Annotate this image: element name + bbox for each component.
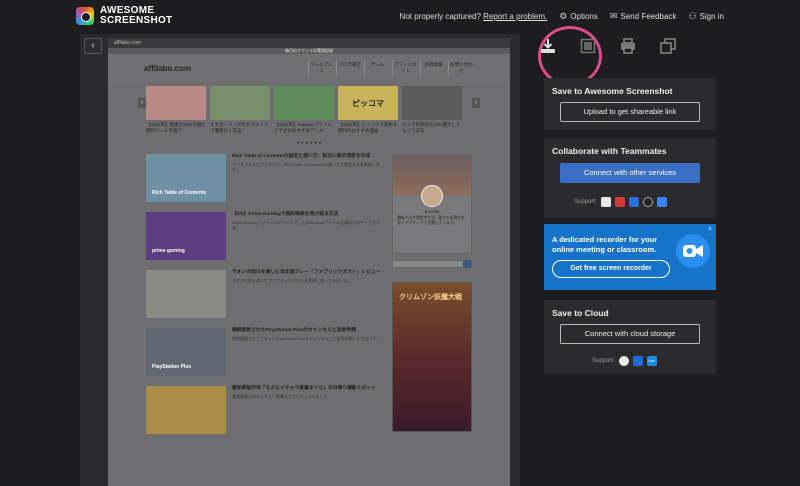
send-feedback-button[interactable]: ✉ Send Feedback xyxy=(610,11,677,22)
screenshot-preview: affilabo.com 毎日のアフィリの実践記録 affilabo.com ワ… xyxy=(108,38,510,486)
awesome-screenshot-logo-icon xyxy=(76,7,94,25)
toolbar xyxy=(540,38,676,54)
captured-post: 愛知県稲沢市『そぶえイチョウ黄葉まつり』の日帰り撮影スポット 愛知県稲沢市のイチョ… xyxy=(146,386,382,434)
edit-icon[interactable] xyxy=(580,38,596,54)
captured-site-menu: ワードプレス ブログ運営 ゲーム アフィリエイト お得情報 お問い合わせ xyxy=(308,60,474,76)
sign-in-button[interactable]: ⚇ Sign in xyxy=(688,11,724,22)
jira-icon xyxy=(656,197,667,207)
connect-services-button[interactable]: Connect with other services xyxy=(560,163,700,183)
close-icon[interactable]: × xyxy=(708,226,712,233)
captured-next-arrow-icon: › xyxy=(472,98,480,108)
github-icon xyxy=(642,197,653,207)
connect-cloud-storage-button[interactable]: Connect with cloud storage xyxy=(560,324,700,344)
captured-carousel-card: 【2022年】Amazonプライムビデオのおすすめアニメ xyxy=(274,86,334,134)
gear-icon: ⚙ xyxy=(559,11,568,21)
captured-search-box xyxy=(392,260,472,268)
download-highlight-ring xyxy=(538,26,602,86)
captured-menu-item: ブログ運営 xyxy=(336,60,362,76)
trello-icon xyxy=(628,197,639,207)
box-icon: box xyxy=(646,356,657,366)
asana-icon xyxy=(614,197,625,207)
captured-post-list: Rich Table of Contents Rich Table of Cont… xyxy=(146,154,382,444)
options-button[interactable]: ⚙ Options xyxy=(559,11,598,22)
captured-menu-item: ゲーム xyxy=(364,60,390,76)
captured-url: affilabo.com xyxy=(114,40,141,46)
not-captured-text: Not properly captured? Report a problem. xyxy=(399,12,548,21)
collaborate-panel: Collaborate with Teammates Connect with … xyxy=(544,138,716,218)
save-panel: Save to Awesome Screenshot Upload to get… xyxy=(544,78,716,130)
cloud-support-row: Support: box xyxy=(592,356,657,366)
top-bar: AWESOME SCREENSHOT Not properly captured… xyxy=(0,0,800,34)
captured-content: Rich Table of Contents Rich Table of Cont… xyxy=(108,154,510,444)
captured-menu-item: アフィリエイト xyxy=(392,60,418,76)
captured-ad-banner: クリムゾン妖魔大戦 xyxy=(392,282,472,432)
captured-carousel-card: カメラの有料を10%還元してもらう方法 xyxy=(402,86,462,134)
captured-post: ラオンの前のを楽しむ日本酒ブレー「ファブリックガスト」レビュー ラオンの前を楽しむ… xyxy=(146,270,382,318)
get-screen-recorder-button[interactable]: Get free screen recorder xyxy=(552,260,670,278)
collaborate-support-row: Support: xyxy=(574,197,667,207)
collaborate-panel-title: Collaborate with Teammates xyxy=(552,146,667,156)
download-icon[interactable] xyxy=(540,38,556,54)
upload-shareable-link-button[interactable]: Upload to get shareable link xyxy=(560,102,700,122)
brand-line-2: SCREENSHOT xyxy=(100,15,173,26)
cloud-panel: Save to Cloud Connect with cloud storage… xyxy=(544,300,716,374)
google-drive-icon xyxy=(618,356,629,366)
top-nav: Not properly captured? Report a problem.… xyxy=(400,11,724,22)
mail-icon: ✉ xyxy=(609,11,618,21)
captured-sidebar: Suzuka 趣味ブログ運営中です。積立を投資するガイドアフィリで活動しています… xyxy=(392,154,472,444)
captured-carousel: ‹ 【2022年】夜更けSNSの組む無料ツールを紹介 エヌガーリングのカラエイン… xyxy=(108,82,510,134)
captured-carousel-card: ピッコマ 【2022年】ピッコマで読める無料のおすすめ漫画 xyxy=(338,86,398,134)
captured-post: prime gaming 【3/2】Prime Gamingで無料特典を受け取る方… xyxy=(146,212,382,260)
print-icon[interactable] xyxy=(620,38,636,54)
screen-recorder-promo[interactable]: × A dedicated recorder for your online m… xyxy=(544,224,716,290)
back-button[interactable]: ‹ xyxy=(84,38,102,54)
promo-text: A dedicated recorder for your online mee… xyxy=(552,235,658,254)
slack-icon xyxy=(600,197,611,207)
captured-carousel-card: エヌガーリングのカラエインで徹底ひく方法 xyxy=(210,86,270,134)
report-problem-link[interactable]: Report a problem. xyxy=(483,12,547,21)
captured-site-logo: affilabo.com xyxy=(144,63,192,73)
captured-prev-arrow-icon: ‹ xyxy=(138,98,146,108)
copy-icon[interactable] xyxy=(660,38,676,54)
captured-post: PlayStation Plus 継続更新されたPlayStation Plusの… xyxy=(146,328,382,376)
captured-site-header: affilabo.com ワードプレス ブログ運営 ゲーム アフィリエイト お得… xyxy=(108,54,510,82)
captured-avatar xyxy=(421,185,443,207)
dropbox-icon xyxy=(632,356,643,366)
save-panel-title: Save to Awesome Screenshot xyxy=(552,86,673,96)
captured-carousel-card: 【2022年】夜更けSNSの組む無料ツールを紹介 xyxy=(146,86,206,134)
captured-menu-item: お得情報 xyxy=(420,60,446,76)
brand-logo[interactable]: AWESOME SCREENSHOT xyxy=(76,6,172,26)
captured-browser-bar: affilabo.com xyxy=(108,38,510,48)
cloud-panel-title: Save to Cloud xyxy=(552,308,609,318)
captured-menu-item: お問い合わせ xyxy=(448,60,474,76)
user-icon: ⚇ xyxy=(688,11,697,21)
captured-post: Rich Table of Contents Rich Table of Cont… xyxy=(146,154,382,202)
captured-carousel-dots: ● ● ● ● ● ● xyxy=(296,140,322,146)
captured-profile-card: Suzuka 趣味ブログ運営中です。積立を投資するガイドアフィリで活動しています… xyxy=(392,154,472,254)
video-camera-icon xyxy=(676,234,710,268)
captured-menu-item: ワードプレス xyxy=(308,60,334,76)
